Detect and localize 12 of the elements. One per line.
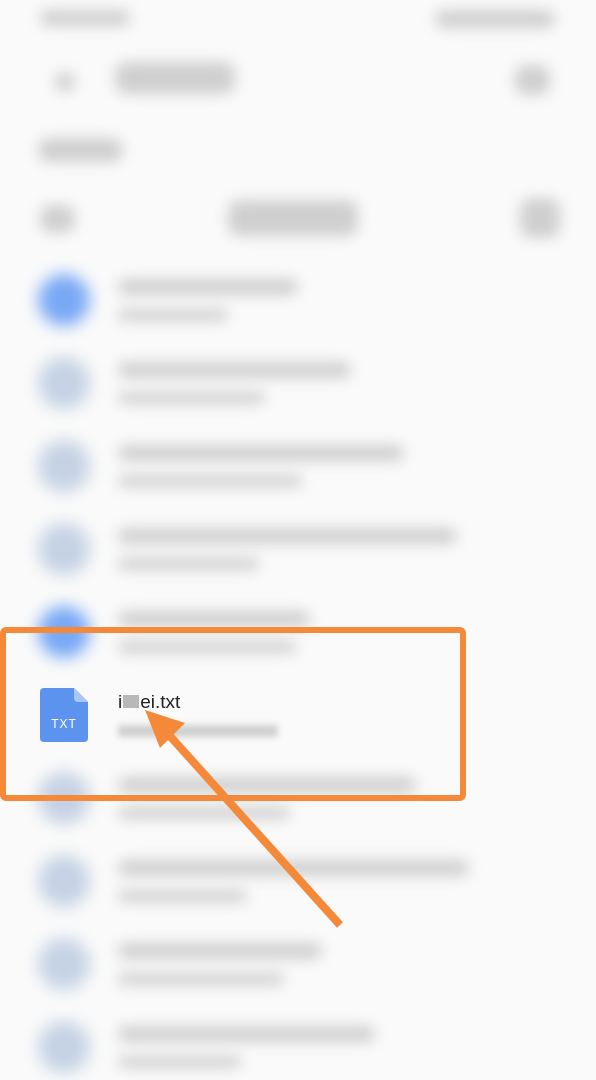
blurred-icon xyxy=(38,937,90,990)
blurred-icon xyxy=(38,273,90,326)
blurred-icon xyxy=(38,1020,90,1073)
blurred-icon xyxy=(40,205,75,233)
txt-file-icon: TXT xyxy=(40,687,88,742)
blurred-icon xyxy=(515,65,550,95)
blurred-icon xyxy=(38,854,90,907)
file-name: i ei.txt xyxy=(118,692,182,711)
blurred-icon xyxy=(520,198,560,238)
blurred-icon xyxy=(38,522,90,575)
blurred-icon xyxy=(38,439,90,492)
blurred-icon xyxy=(38,356,90,409)
